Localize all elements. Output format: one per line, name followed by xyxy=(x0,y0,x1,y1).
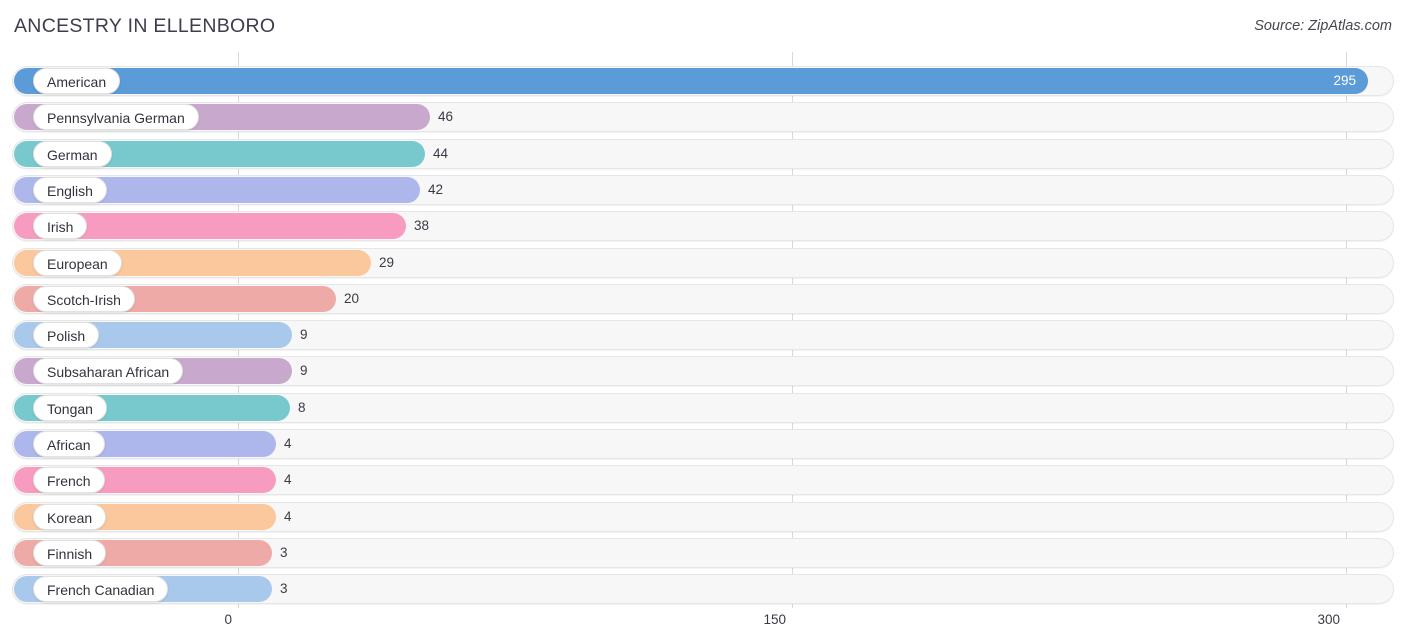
x-axis: 0 150 300 xyxy=(0,608,1406,644)
bar-category-label: Finnish xyxy=(33,539,107,566)
bar-category-label: Subsaharan African xyxy=(33,358,184,385)
table-row[interactable]: Subsaharan African 9 xyxy=(12,356,1394,387)
table-row[interactable]: Tongan 8 xyxy=(12,392,1394,423)
bar-value-label: 295 xyxy=(1333,73,1356,88)
plot-area: American 295 Pennsylvania German 46 German 44… xyxy=(0,52,1406,608)
table-row[interactable]: Pennsylvania German 46 xyxy=(12,102,1394,133)
bar-value-label: 42 xyxy=(428,181,444,197)
table-row[interactable]: Korean 4 xyxy=(12,501,1394,532)
bar-category-label: Scotch-Irish xyxy=(33,285,135,312)
bar-value-label: 29 xyxy=(379,254,395,270)
bar-value-label: 20 xyxy=(344,290,360,306)
source-attribution: Source: ZipAtlas.com xyxy=(1254,18,1392,34)
table-row[interactable]: African 4 xyxy=(12,429,1394,459)
table-row[interactable]: Irish 38 xyxy=(12,211,1394,242)
bar-value-label: 4 xyxy=(284,472,292,488)
page-title: ANCESTRY IN ELLENBORO xyxy=(14,15,276,37)
table-row[interactable]: Finnish 3 xyxy=(12,537,1394,568)
bar-category-label: Pennsylvania German xyxy=(33,104,199,131)
table-row[interactable]: German 44 xyxy=(12,138,1394,169)
axis-tick-label: 0 xyxy=(224,612,232,627)
bar-category-label: European xyxy=(33,249,122,276)
table-row[interactable]: European 29 xyxy=(12,247,1394,278)
table-row[interactable]: American 295 xyxy=(12,66,1394,96)
bar[interactable] xyxy=(14,68,1368,94)
table-row[interactable]: French 4 xyxy=(12,465,1394,496)
bar-category-label: Tongan xyxy=(33,394,107,421)
bar-value-label: 4 xyxy=(284,436,292,451)
bar-value-label: 44 xyxy=(433,145,449,161)
bar-value-label: 4 xyxy=(284,508,292,524)
bar-category-label: Polish xyxy=(33,322,100,349)
axis-tick-label: 150 xyxy=(763,612,786,627)
table-row[interactable]: French Canadian 3 xyxy=(12,574,1394,605)
bar-category-label: Irish xyxy=(33,213,88,240)
table-row[interactable]: English 42 xyxy=(12,174,1394,205)
bar-category-label: Korean xyxy=(33,503,107,530)
bar-value-label: 3 xyxy=(280,581,288,597)
bar-category-label: English xyxy=(33,176,107,203)
bar-value-label: 38 xyxy=(414,218,430,234)
bar-value-label: 9 xyxy=(300,327,308,343)
axis-tick-label: 300 xyxy=(1317,612,1340,627)
bar-category-label: African xyxy=(33,431,105,457)
bar-value-label: 8 xyxy=(298,399,306,415)
chart-root: ANCESTRY IN ELLENBORO Source: ZipAtlas.c… xyxy=(0,0,1406,644)
bar-value-label: 46 xyxy=(438,109,454,125)
table-row[interactable]: Scotch-Irish 20 xyxy=(12,283,1394,314)
bar-category-label: French Canadian xyxy=(33,576,169,603)
bar-value-label: 9 xyxy=(300,363,308,379)
bar-category-label: German xyxy=(33,140,112,167)
bar-value-label: 3 xyxy=(280,544,288,560)
bar-category-label: American xyxy=(33,68,121,94)
bar-category-label: French xyxy=(33,467,105,494)
chart-header: ANCESTRY IN ELLENBORO Source: ZipAtlas.c… xyxy=(0,0,1406,52)
table-row[interactable]: Polish 9 xyxy=(12,320,1394,351)
